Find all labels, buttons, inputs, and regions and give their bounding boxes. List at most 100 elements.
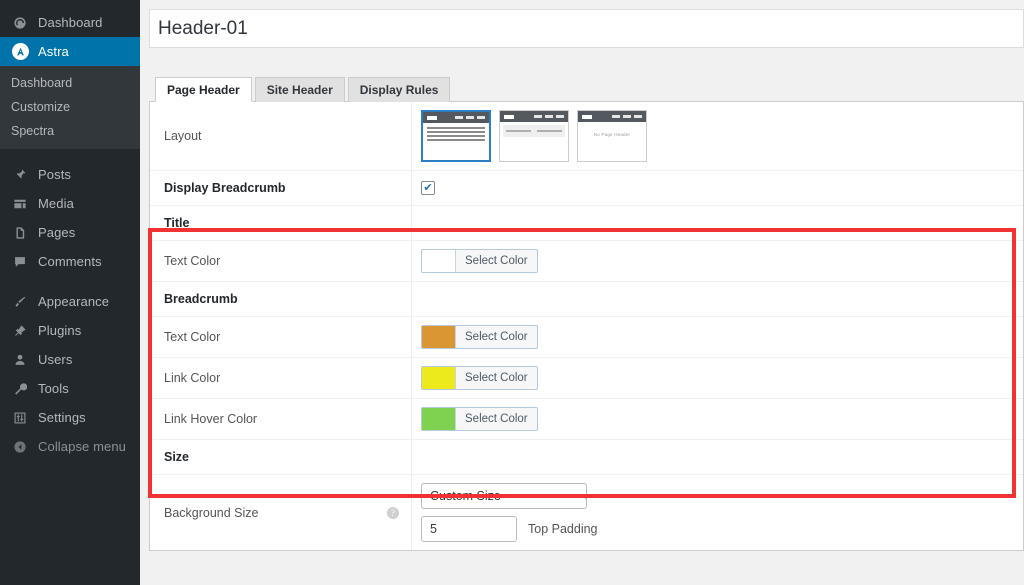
top-padding-label: Top Padding: [528, 522, 598, 536]
sidebar-separator: [0, 149, 140, 160]
post-title-input[interactable]: [149, 9, 1024, 48]
sidebar-separator: [0, 276, 140, 287]
select-color-label: Select Color: [456, 250, 537, 272]
page-header-settings-panel: Layout: [149, 101, 1024, 551]
row-background-size: Background Size ? Custom Size ⌄ T: [150, 475, 1023, 550]
row-breadcrumb-link-hover-color: Link Hover Color Select Color: [150, 399, 1023, 440]
dashboard-icon: [9, 13, 31, 33]
collapse-icon: [9, 437, 31, 457]
help-icon[interactable]: ?: [387, 507, 399, 519]
sidebar-item-label: Posts: [38, 167, 71, 182]
sidebar-item-pages[interactable]: Pages: [0, 218, 140, 247]
title-heading-field: [412, 206, 1023, 240]
breadcrumb-link-hover-color-picker[interactable]: Select Color: [421, 407, 538, 431]
size-section-heading: Size: [150, 440, 412, 474]
plug-icon: [9, 321, 31, 341]
tab-display-rules[interactable]: Display Rules: [348, 77, 451, 102]
row-title-text-color: Text Color Select Color: [150, 241, 1023, 282]
select-color-label: Select Color: [456, 408, 537, 430]
row-layout: Layout: [150, 102, 1023, 171]
sidebar-item-label: Collapse menu: [38, 439, 126, 454]
background-size-field: Custom Size ⌄ Top Padding: [412, 475, 1023, 550]
sidebar-item-astra[interactable]: Astra: [0, 37, 140, 66]
sidebar-item-label: Media: [38, 196, 74, 211]
panel-tabs: Page Header Site Header Display Rules: [149, 75, 1024, 101]
sidebar-item-media[interactable]: Media: [0, 189, 140, 218]
title-text-color-picker[interactable]: Select Color: [421, 249, 538, 273]
layout-thumbnails: No Page Header: [421, 110, 647, 162]
sidebar-item-label: Settings: [38, 410, 86, 425]
comment-icon: [9, 252, 31, 272]
wrench-icon: [9, 379, 31, 399]
layout-field: No Page Header: [412, 102, 1023, 170]
breadcrumb-heading-field: [412, 282, 1023, 316]
background-size-label: Background Size ?: [150, 475, 412, 550]
sidebar-item-label: Astra: [38, 44, 69, 59]
row-display-breadcrumb: Display Breadcrumb ✔: [150, 171, 1023, 206]
size-heading-field: [412, 440, 1023, 474]
pin-icon: [9, 165, 31, 185]
title-text-color-field: Select Color: [412, 241, 1023, 281]
background-size-text: Background Size: [164, 506, 259, 520]
background-size-select[interactable]: Custom Size: [421, 483, 587, 509]
layout-option-3-caption: No Page Header: [578, 132, 646, 137]
sidebar-subitem-spectra[interactable]: Spectra: [0, 119, 140, 143]
select-color-label: Select Color: [456, 326, 537, 348]
wordpress-admin-screen: Dashboard Astra Dashboard Customize Spec…: [0, 0, 1024, 585]
background-size-select-wrap: Custom Size ⌄: [421, 483, 598, 509]
breadcrumb-link-hover-color-label: Link Hover Color: [150, 399, 412, 439]
breadcrumb-link-hover-color-field: Select Color: [412, 399, 1023, 439]
sidebar-subitem-dashboard[interactable]: Dashboard: [0, 71, 140, 95]
title-text-color-label: Text Color: [150, 241, 412, 281]
layout-option-2[interactable]: [499, 110, 569, 162]
row-breadcrumb-link-color: Link Color Select Color: [150, 358, 1023, 399]
sidebar-item-users[interactable]: Users: [0, 345, 140, 374]
breadcrumb-section-heading: Breadcrumb: [150, 282, 412, 316]
sidebar-subitem-customize[interactable]: Customize: [0, 95, 140, 119]
brush-icon: [9, 292, 31, 312]
breadcrumb-link-color-picker[interactable]: Select Color: [421, 366, 538, 390]
astra-submenu: Dashboard Customize Spectra: [0, 66, 140, 149]
sidebar-item-label: Users: [38, 352, 72, 367]
sidebar-item-plugins[interactable]: Plugins: [0, 316, 140, 345]
display-breadcrumb-checkbox[interactable]: ✔: [421, 181, 435, 195]
color-swatch: [422, 367, 456, 389]
sidebar-item-collapse-menu[interactable]: Collapse menu: [0, 432, 140, 461]
sidebar-item-comments[interactable]: Comments: [0, 247, 140, 276]
sidebar-item-dashboard[interactable]: Dashboard: [0, 8, 140, 37]
color-swatch: [422, 326, 456, 348]
sidebar-item-appearance[interactable]: Appearance: [0, 287, 140, 316]
tab-site-header[interactable]: Site Header: [255, 77, 345, 102]
sidebar-item-label: Plugins: [38, 323, 81, 338]
row-breadcrumb-heading: Breadcrumb: [150, 282, 1023, 317]
color-swatch: [422, 408, 456, 430]
sidebar-item-settings[interactable]: Settings: [0, 403, 140, 432]
row-breadcrumb-text-color: Text Color Select Color: [150, 317, 1023, 358]
user-icon: [9, 350, 31, 370]
select-color-label: Select Color: [456, 367, 537, 389]
tab-page-header[interactable]: Page Header: [155, 77, 252, 102]
row-title-heading: Title: [150, 206, 1023, 241]
row-size-heading: Size: [150, 440, 1023, 475]
sidebar-item-label: Comments: [38, 254, 102, 269]
sidebar-item-label: Tools: [38, 381, 69, 396]
sidebar-item-tools[interactable]: Tools: [0, 374, 140, 403]
media-icon: [9, 194, 31, 214]
top-padding-input[interactable]: [421, 516, 517, 542]
display-breadcrumb-label: Display Breadcrumb: [150, 171, 412, 205]
sidebar-item-label: Dashboard: [38, 15, 103, 30]
pages-icon: [9, 223, 31, 243]
sidebar-item-label: Pages: [38, 225, 75, 240]
breadcrumb-text-color-picker[interactable]: Select Color: [421, 325, 538, 349]
layout-label: Layout: [150, 102, 412, 170]
admin-sidebar: Dashboard Astra Dashboard Customize Spec…: [0, 0, 140, 585]
breadcrumb-text-color-field: Select Color: [412, 317, 1023, 357]
display-breadcrumb-field: ✔: [412, 171, 1023, 205]
title-section-heading: Title: [150, 206, 412, 240]
layout-option-3[interactable]: No Page Header: [577, 110, 647, 162]
color-swatch: [422, 250, 456, 272]
breadcrumb-link-color-label: Link Color: [150, 358, 412, 398]
layout-option-1[interactable]: [421, 110, 491, 162]
main-content: Page Header Site Header Display Rules La…: [140, 0, 1024, 585]
sidebar-item-posts[interactable]: Posts: [0, 160, 140, 189]
